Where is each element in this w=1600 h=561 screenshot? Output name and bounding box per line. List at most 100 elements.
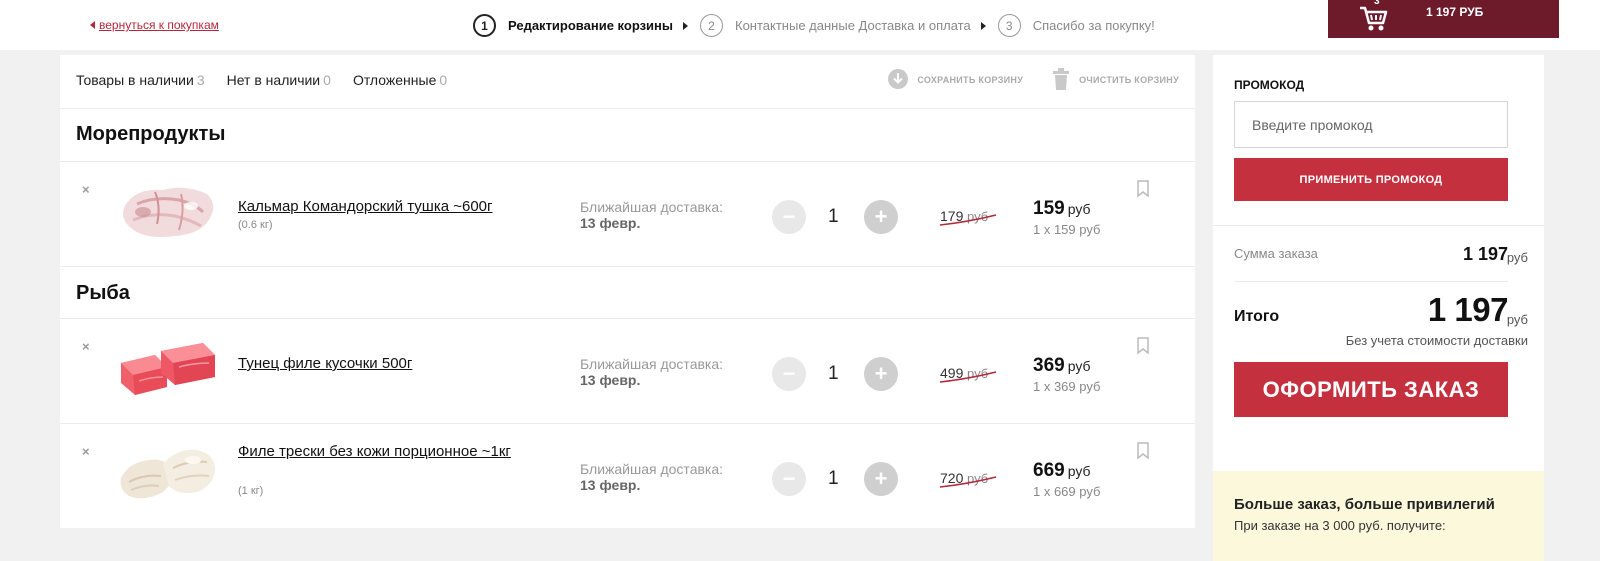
trash-icon — [1051, 67, 1071, 93]
remove-item-button[interactable]: × — [82, 444, 90, 459]
total-note: Без учета стоимости доставки — [1345, 333, 1528, 348]
download-icon — [887, 68, 909, 92]
decrease-quantity-button[interactable]: − — [772, 200, 806, 234]
total-label: Итого — [1234, 308, 1280, 325]
product-title-link[interactable]: Филе трески без кожи порционное ~1кг — [238, 442, 548, 461]
cart-actions: СОХРАНИТЬ КОРЗИНУ ОЧИСТИТЬ КОРЗИНУ — [859, 67, 1179, 93]
step-1: 1 Редактирование корзины — [473, 14, 673, 37]
promo-title: ПРОМОКОД — [1234, 78, 1305, 92]
old-price: 179 руб — [939, 208, 997, 226]
strikethrough-icon — [939, 371, 997, 383]
step-arrow-icon — [980, 21, 986, 30]
cart-panel: Товары в наличии 3 Нет в наличии 0 Отложен… — [60, 55, 1195, 528]
product-image-cod[interactable] — [115, 438, 220, 508]
back-to-shopping-link[interactable]: вернуться к покупкам — [90, 18, 219, 32]
step-number: 2 — [700, 14, 723, 37]
cart-item-row: × Филе трески без кожи порционное ~1кг (… — [60, 424, 1195, 529]
decrease-quantity-button[interactable]: − — [772, 357, 806, 391]
cart-item-row: × Тунец филе кусочки 500г Ближайшая дост… — [60, 319, 1195, 424]
bookmark-icon[interactable] — [1136, 442, 1150, 465]
increase-quantity-button[interactable]: + — [864, 200, 898, 234]
checkout-button[interactable]: ОФОРМИТЬ ЗАКАЗ — [1234, 362, 1508, 417]
clear-cart-button[interactable]: ОЧИСТИТЬ КОРЗИНУ — [1051, 67, 1179, 93]
price-value: 159 — [1033, 198, 1065, 219]
divider — [60, 108, 1195, 109]
delivery-label: Ближайшая доставка: — [580, 356, 724, 372]
decrease-quantity-button[interactable]: − — [772, 462, 806, 496]
perks-text: При заказе на 3 000 руб. получите: — [1234, 518, 1446, 533]
bookmark-icon[interactable] — [1136, 337, 1150, 360]
cart-item-row: × Кальмар Командорский тушка ~600г (0.6 … — [60, 162, 1195, 267]
strikethrough-icon — [939, 476, 997, 488]
tab-in-stock[interactable]: Товары в наличии 3 — [76, 72, 205, 88]
order-sum-value: 1 197 — [1462, 244, 1508, 264]
strikethrough-icon — [939, 214, 997, 226]
top-bar: вернуться к покупкам 1 Редактирование ко… — [0, 0, 1600, 50]
category-title: Морепродукты — [76, 123, 226, 145]
step-2: 2 Контактные данные Доставка и оплата — [700, 14, 971, 37]
total-currency: руб — [1506, 312, 1528, 327]
product-weight: (0.6 кг) — [238, 219, 273, 231]
total-value: 1 197 — [1427, 291, 1509, 328]
category-title: Рыба — [76, 282, 130, 304]
tab-count: 0 — [323, 72, 331, 88]
step-label: Спасибо за покупку! — [1032, 18, 1155, 33]
tab-label: Отложенные — [352, 72, 437, 88]
step-3: 3 Спасибо за покупку! — [997, 14, 1155, 37]
tab-count: 0 — [439, 72, 448, 88]
quantity-value[interactable]: 1 — [828, 363, 839, 385]
remove-item-button[interactable]: × — [82, 182, 90, 197]
product-image-tuna[interactable] — [115, 333, 220, 403]
arrow-left-icon — [90, 21, 95, 29]
product-image-squid[interactable] — [115, 176, 220, 246]
delivery-label: Ближайшая доставка: — [580, 461, 724, 477]
old-price: 720 руб — [939, 470, 997, 488]
quantity-value[interactable]: 1 — [828, 206, 839, 228]
remove-item-button[interactable]: × — [82, 339, 90, 354]
cart-total: 1 197 РУБ — [1426, 5, 1484, 19]
perks-title: Больше заказ, больше привилегий — [1234, 496, 1495, 513]
product-title-link[interactable]: Тунец филе кусочки 500г — [238, 354, 548, 373]
save-cart-label: СОХРАНИТЬ КОРЗИНУ — [917, 75, 1024, 85]
tab-deferred[interactable]: Отложенные 0 — [353, 72, 447, 88]
tab-label: Нет в наличии — [226, 72, 321, 88]
unit-price: 1 x 159 руб — [1033, 222, 1101, 237]
product-title-link[interactable]: Кальмар Командорский тушка ~600г — [238, 197, 548, 216]
back-link-label: вернуться к покупкам — [99, 18, 219, 32]
cart-icon — [1358, 4, 1388, 37]
order-summary-panel: ПРОМОКОД ПРИМЕНИТЬ ПРОМОКОД Сумма заказа… — [1213, 55, 1544, 471]
increase-quantity-button[interactable]: + — [864, 357, 898, 391]
order-sum-label: Сумма заказа — [1234, 246, 1318, 261]
divider — [60, 266, 1195, 267]
clear-cart-label: ОЧИСТИТЬ КОРЗИНУ — [1079, 75, 1179, 85]
delivery-date: 13 февр. — [580, 215, 641, 231]
price-currency: руб — [1067, 463, 1091, 479]
delivery-date: 13 февр. — [580, 477, 641, 493]
perks-banner: Больше заказ, больше привилегий При зака… — [1213, 471, 1544, 561]
price-value: 669 — [1033, 460, 1065, 481]
bookmark-icon[interactable] — [1136, 180, 1150, 203]
step-label: Контактные данные Доставка и оплата — [735, 18, 971, 33]
tab-label: Товары в наличии — [76, 72, 194, 88]
price-value: 369 — [1033, 355, 1065, 376]
quantity-value[interactable]: 1 — [828, 468, 839, 490]
step-label: Редактирование корзины — [508, 18, 673, 33]
price-currency: руб — [1067, 358, 1091, 374]
save-cart-button[interactable]: СОХРАНИТЬ КОРЗИНУ — [887, 68, 1023, 92]
mini-cart[interactable]: 3 1 197 РУБ — [1328, 0, 1559, 38]
tab-out-of-stock[interactable]: Нет в наличии 0 — [227, 72, 331, 88]
cart-count-badge: 3 — [1374, 0, 1380, 7]
old-price: 499 руб — [939, 365, 997, 383]
cart-tabs: Товары в наличии 3 Нет в наличии 0 Отложен… — [76, 72, 469, 88]
price-currency: руб — [1067, 201, 1091, 217]
delivery-label: Ближайшая доставка: — [580, 199, 724, 215]
step-arrow-icon — [683, 21, 688, 30]
current-price: 369 руб — [1033, 355, 1091, 377]
divider — [1234, 281, 1508, 282]
current-price: 669 руб — [1033, 460, 1091, 482]
divider — [1213, 225, 1544, 226]
promo-code-input[interactable] — [1234, 101, 1508, 148]
increase-quantity-button[interactable]: + — [864, 462, 898, 496]
step-number: 3 — [997, 14, 1021, 37]
apply-promo-button[interactable]: ПРИМЕНИТЬ ПРОМОКОД — [1234, 158, 1508, 201]
